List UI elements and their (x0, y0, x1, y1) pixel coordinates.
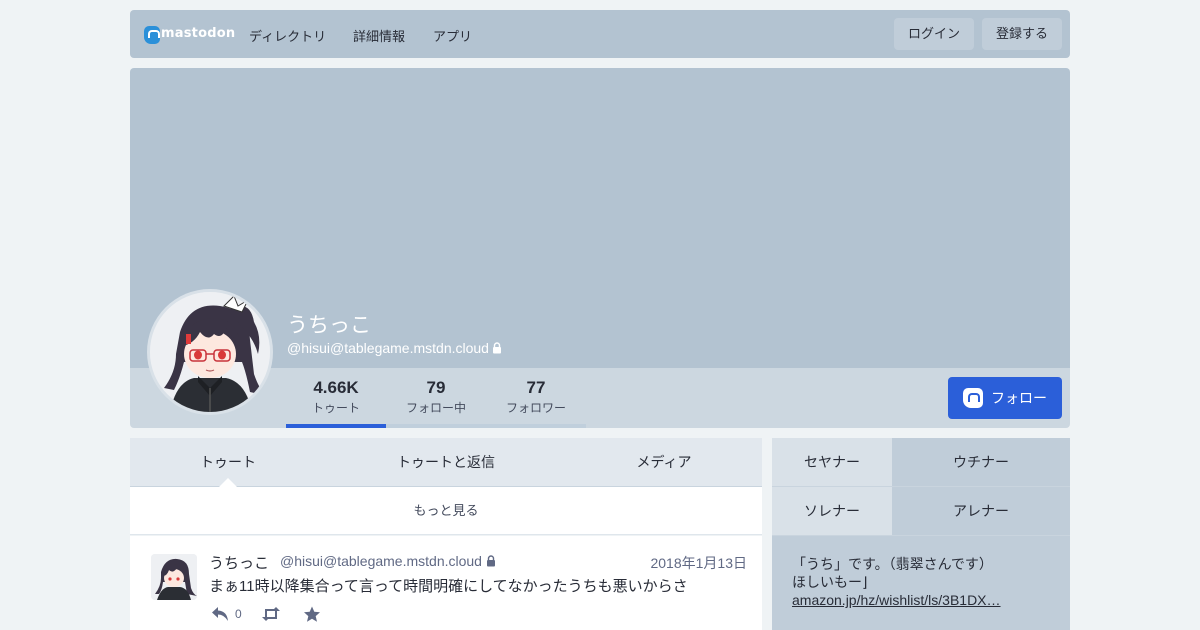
nav-link-about[interactable]: 詳細情報 (353, 26, 405, 45)
mastodon-logo[interactable]: mastodon (144, 25, 235, 45)
status-timestamp[interactable]: 2018年1月13日 (650, 553, 747, 573)
profile-note: 「うち」です。（翡翠さんです） ほしいもー⌋ amazon.jp/hz/wish… (772, 536, 1070, 630)
boost-button[interactable] (261, 606, 281, 622)
lock-icon (486, 555, 495, 567)
status-acct-text: @hisui@tablegame.mstdn.cloud (280, 553, 482, 569)
nav-link-apps[interactable]: アプリ (433, 26, 472, 45)
profile-note-line1: 「うち」です。（翡翠さんです） (792, 556, 993, 572)
counter-following[interactable]: 79 フォロー中 (386, 368, 486, 428)
counter-active-indicator (286, 424, 386, 428)
logo-text: mastodon (161, 25, 236, 41)
login-button[interactable]: ログイン (894, 18, 974, 50)
lock-icon (492, 342, 501, 354)
profile-note-line2: ほしいもー⌋ (792, 574, 868, 590)
status-avatar[interactable] (151, 554, 197, 600)
profile-display-name: うちっこ (287, 314, 371, 337)
profile-avatar[interactable] (147, 289, 273, 415)
counter-followers-value: 77 (526, 378, 546, 397)
favourite-button[interactable] (303, 606, 321, 623)
counter-toots[interactable]: 4.66K トゥート (286, 368, 386, 428)
profile-acct-text: @hisui@tablegame.mstdn.cloud (287, 340, 489, 356)
sidebar-tab-uchina[interactable]: ウチナー (892, 438, 1070, 487)
status-item[interactable]: うちっこ @hisui@tablegame.mstdn.cloud 2018年1… (130, 536, 762, 630)
counter-following-label: フォロー中 (405, 401, 466, 415)
signup-button[interactable]: 登録する (982, 18, 1062, 50)
profile-header-bar (130, 368, 1070, 428)
counter-underline (486, 424, 586, 428)
counter-followers-label: フォロワー (505, 401, 566, 415)
reply-count: 0 (235, 607, 242, 621)
reply-icon (212, 607, 228, 621)
avatar-illustration (150, 292, 270, 412)
status-display-name[interactable]: うちっこ (209, 552, 269, 573)
mastodon-icon (963, 388, 983, 408)
counter-toots-label: トゥート (311, 401, 360, 415)
star-icon (304, 606, 320, 622)
tab-toots-and-replies[interactable]: トゥートと返信 (348, 438, 544, 486)
sidebar-tab-seyana[interactable]: セヤナー (772, 438, 892, 487)
profile-account-handle: @hisui@tablegame.mstdn.cloud (287, 340, 502, 356)
sidebar-tab-sorena[interactable]: ソレナー (772, 487, 892, 536)
wishlist-link[interactable]: amazon.jp/hz/wishlist/ls/3B1DX… (792, 592, 1001, 608)
status-content: まぁ11時以降集合って言って時間明確にしてなかったうちも悪いからさ (209, 578, 688, 595)
mastodon-logo-icon (144, 26, 160, 44)
boost-icon (262, 607, 280, 621)
reply-button[interactable]: 0 (211, 606, 242, 622)
follow-button-label: フォロー (991, 390, 1047, 406)
profile-header-image (130, 68, 1070, 368)
status-account[interactable]: @hisui@tablegame.mstdn.cloud (280, 553, 496, 569)
load-more-button[interactable]: もっと見る (130, 487, 762, 535)
counter-following-value: 79 (426, 378, 446, 397)
counter-toots-value: 4.66K (313, 378, 359, 397)
tab-media[interactable]: メディア (566, 438, 762, 486)
nav-link-directory[interactable]: ディレクトリ (249, 26, 326, 45)
top-navigation-bar: mastodon ディレクトリ 詳細情報 アプリ ログイン 登録する (130, 10, 1070, 58)
counter-followers[interactable]: 77 フォロワー (486, 368, 586, 428)
sidebar-tab-arena[interactable]: アレナー (892, 487, 1070, 536)
counter-underline (386, 424, 486, 428)
follow-button[interactable]: フォロー (948, 377, 1062, 419)
